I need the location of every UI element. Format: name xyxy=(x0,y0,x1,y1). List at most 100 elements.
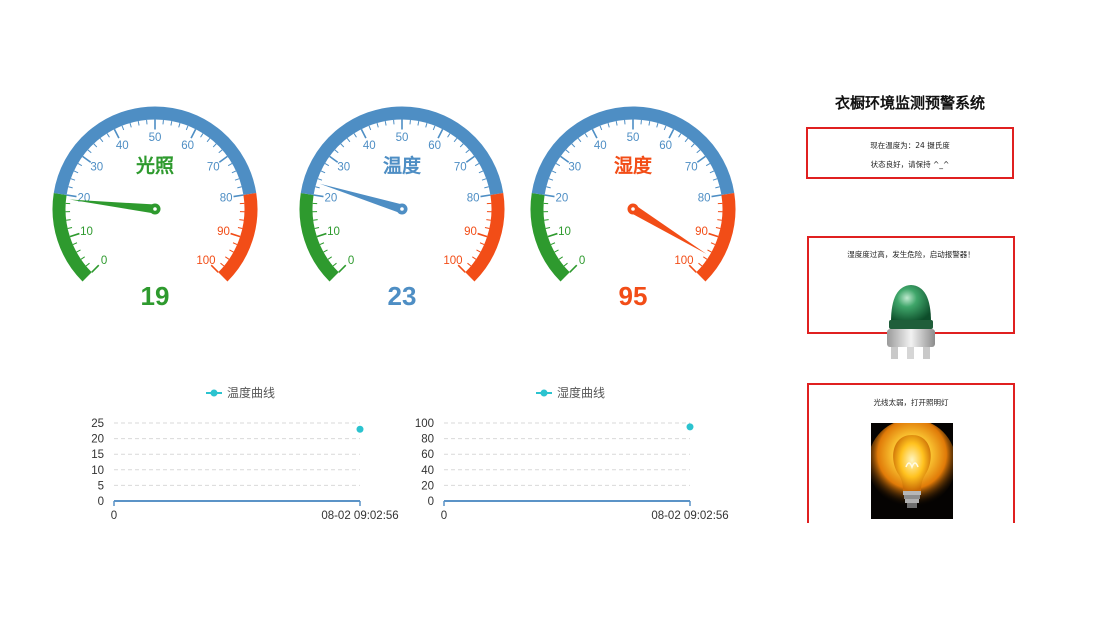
light-bulb-icon xyxy=(871,423,953,519)
gauge-tick xyxy=(599,125,603,131)
gauge-tick xyxy=(465,149,470,154)
gauge-tick xyxy=(232,242,238,246)
gauge-tick xyxy=(121,125,125,131)
gauge-tick xyxy=(70,178,76,181)
gauge-tick xyxy=(708,232,719,238)
gauge-tick xyxy=(472,256,477,260)
chart-legend-label: 温度曲线 xyxy=(227,385,275,400)
gauge-tick xyxy=(225,256,230,260)
gauge-tick xyxy=(87,149,92,154)
x-tick-label: 0 xyxy=(111,510,117,522)
data-point[interactable] xyxy=(356,425,364,433)
gauge-tick-label: 40 xyxy=(363,140,376,152)
gauge-tick xyxy=(66,194,77,198)
gauge-temperature-dial: 0 10 20 30 40 50 60 70 80 90 100 温度 23 xyxy=(299,106,505,311)
gauge-tick xyxy=(340,143,345,148)
gauge-tick xyxy=(313,219,318,221)
y-tick-label: 40 xyxy=(421,465,434,477)
gauge-tick xyxy=(69,232,80,238)
gauge-tick xyxy=(76,249,81,253)
gauge-tick xyxy=(113,128,120,139)
gauge-value: 23 xyxy=(388,281,417,311)
gauge-tick xyxy=(548,178,554,181)
y-tick-label: 15 xyxy=(91,449,104,461)
gauge-tick-label: 0 xyxy=(348,255,354,267)
gauge-tick xyxy=(476,249,481,253)
gauge-tick xyxy=(316,232,327,238)
data-point[interactable] xyxy=(686,423,694,431)
gauge-tick xyxy=(707,249,712,253)
gauge-tick-label: 100 xyxy=(674,255,693,267)
x-tick-label: 0 xyxy=(441,510,447,522)
humidity-alert-text: 湿度度过高，发生危险，启动报警器！ xyxy=(847,250,975,259)
gauge-tick xyxy=(315,186,320,189)
gauge-tick xyxy=(218,155,228,163)
gauge-tick xyxy=(190,128,197,139)
gauge-hub-center xyxy=(153,207,157,211)
gauge-tick xyxy=(480,194,491,198)
gauge-tick xyxy=(323,249,328,253)
gauge-tick-label: 60 xyxy=(428,140,441,152)
gauge-tick xyxy=(479,242,485,246)
light-alert-box: 光线太弱，打开照明灯 xyxy=(807,383,1015,523)
gauge-tick xyxy=(353,133,357,138)
gauge-tick xyxy=(319,242,325,246)
x-tick-label: 08-02 09:02:56 xyxy=(321,510,398,522)
gauge-tick-label: 60 xyxy=(181,140,194,152)
y-tick-label: 20 xyxy=(421,480,434,492)
gauge-tick xyxy=(577,137,582,143)
gauge-tick xyxy=(547,232,558,238)
y-tick-label: 0 xyxy=(98,496,104,508)
gauge-tick-label: 10 xyxy=(558,226,571,238)
gauge-tick xyxy=(459,143,464,148)
gauge-light-dial: 0 10 20 30 40 50 60 70 80 90 100 光照 19 xyxy=(52,106,258,311)
gauge-tick xyxy=(324,163,330,167)
gauge-tick xyxy=(334,149,339,154)
gauge-hub-center xyxy=(400,207,404,211)
y-tick-label: 10 xyxy=(91,465,104,477)
gauge-value: 95 xyxy=(619,281,648,311)
gauge-tick xyxy=(584,133,588,138)
gauge-tick xyxy=(467,262,472,267)
gauge-title: 湿度 xyxy=(614,154,653,177)
gauge-tick-label: 0 xyxy=(101,255,107,267)
gauge-tick xyxy=(327,256,332,260)
gauge-tick-label: 60 xyxy=(659,140,672,152)
gauge-tick-label: 80 xyxy=(467,193,480,205)
gauge-tick xyxy=(607,122,610,128)
gauge-tick xyxy=(546,186,551,189)
y-tick-label: 20 xyxy=(91,434,104,446)
y-tick-label: 80 xyxy=(421,434,434,446)
gauge-tick xyxy=(569,264,578,273)
gauge-tick xyxy=(558,256,563,260)
gauge-tick xyxy=(484,186,489,189)
gauge-tick xyxy=(696,155,706,163)
gauge-tick xyxy=(237,227,243,230)
gauge-tick xyxy=(565,149,570,154)
gauge-tick-label: 100 xyxy=(196,255,215,267)
gauge-tick xyxy=(453,137,458,143)
gauge-tick xyxy=(66,219,71,221)
gauge-tick xyxy=(698,262,703,267)
gauge-tick xyxy=(68,186,73,189)
gauge-tick xyxy=(474,163,480,167)
gauge-tick xyxy=(615,120,618,126)
gauge-tick xyxy=(432,125,436,131)
system-title: 衣橱环境监测预警系统 xyxy=(834,94,985,112)
gauge-tick xyxy=(137,120,140,126)
gauge-tick xyxy=(715,227,721,230)
alarm-beacon-icon xyxy=(881,280,941,362)
gauge-tick xyxy=(684,137,689,143)
gauge-tick xyxy=(545,227,551,230)
gauge-tick xyxy=(703,256,708,260)
gauge-tick-label: 30 xyxy=(568,162,581,174)
gauge-tick xyxy=(314,227,320,230)
gauge-tick-label: 30 xyxy=(337,162,350,174)
temperature-status-text: 现在温度为：24 摄氏度 xyxy=(870,141,950,150)
gauge-tick xyxy=(417,120,420,126)
gauge-tick xyxy=(231,170,237,174)
gauge-tick-label: 30 xyxy=(90,162,103,174)
gauge-title: 光照 xyxy=(135,154,174,177)
gauge-tick xyxy=(551,170,557,174)
gauge-tick xyxy=(317,178,323,181)
